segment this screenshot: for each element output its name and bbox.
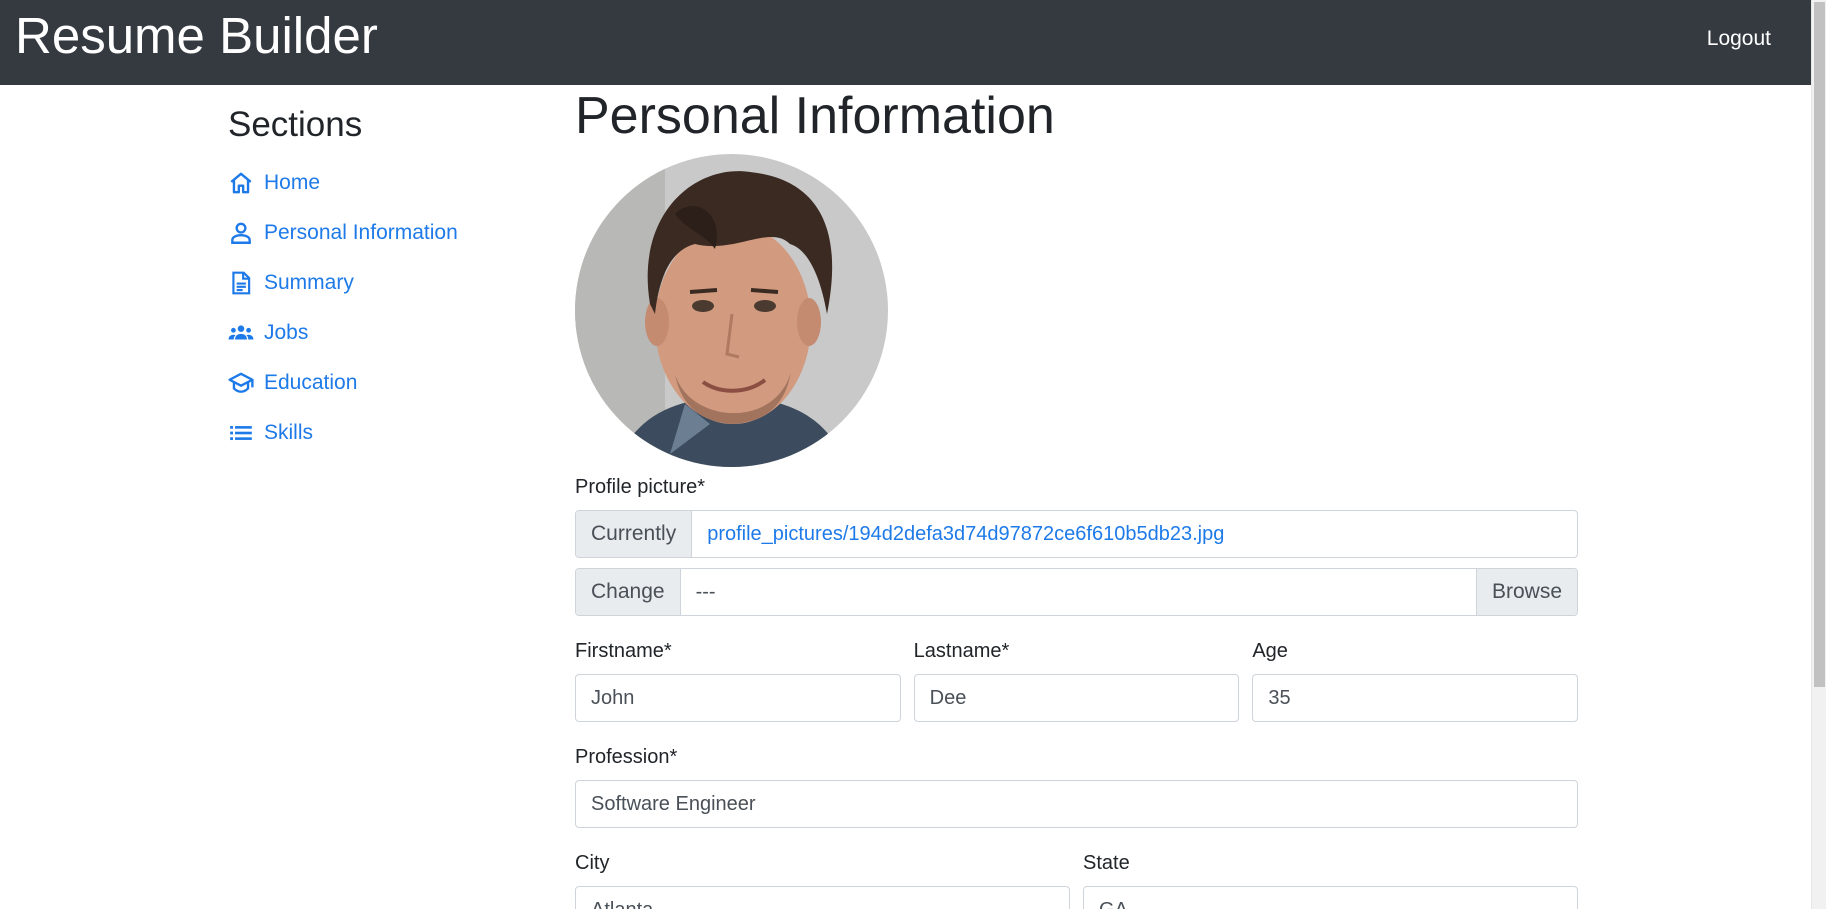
lastname-label: Lastname*: [913, 640, 1010, 662]
document-icon: [228, 270, 254, 296]
sidebar-item-personal-information[interactable]: Personal Information: [228, 208, 558, 258]
sidebar-item-label: Summary: [264, 271, 354, 294]
firstname-field[interactable]: John: [575, 674, 901, 722]
city-label: City: [575, 852, 610, 874]
sidebar-item-education[interactable]: Education: [228, 358, 558, 408]
page-scrollbar[interactable]: [1811, 0, 1826, 909]
sidebar-item-label: Skills: [264, 421, 314, 444]
profession-field[interactable]: Software Engineer: [575, 780, 1578, 828]
currently-addon: Currently: [576, 511, 693, 557]
current-picture-group: Currently profile_pictures/194d2defa3d74…: [575, 510, 1578, 558]
top-navbar: Resume Builder Logout: [0, 0, 1811, 85]
group-icon: [228, 320, 254, 346]
profile-avatar: [575, 154, 888, 467]
sidebar-item-label: Personal Information: [264, 221, 458, 244]
sidebar-item-label: Education: [264, 371, 358, 394]
personal-info-form: Personal Information Profile picture* Cu…: [575, 84, 1579, 909]
person-icon: [228, 220, 254, 246]
state-label: State: [1083, 852, 1130, 874]
state-field[interactable]: GA: [1083, 886, 1578, 909]
current-picture-link[interactable]: profile_pictures/194d2defa3d74d97872ce6f…: [692, 511, 1577, 557]
sidebar-item-label: Jobs: [264, 321, 309, 344]
profession-label: Profession*: [575, 746, 678, 768]
lastname-field[interactable]: Dee: [913, 674, 1240, 722]
sidebar-item-skills[interactable]: Skills: [228, 408, 558, 458]
sidebar-item-summary[interactable]: Summary: [228, 258, 558, 308]
graduation-cap-icon: [228, 370, 254, 396]
change-picture-group[interactable]: Change --- Browse: [575, 568, 1578, 616]
profile-picture-label: Profile picture*: [575, 476, 706, 498]
browse-button[interactable]: Browse: [1475, 569, 1577, 615]
sidebar-item-home[interactable]: Home: [228, 158, 558, 208]
sidebar-item-jobs[interactable]: Jobs: [228, 308, 558, 358]
city-field[interactable]: Atlanta: [575, 886, 1070, 909]
sidebar-title: Sections: [228, 105, 363, 144]
home-icon: [228, 170, 254, 196]
list-icon: [228, 420, 254, 446]
scrollbar-thumb[interactable]: [1814, 2, 1825, 687]
firstname-label: Firstname*: [575, 640, 672, 662]
sidebar-item-label: Home: [264, 171, 321, 194]
age-label: Age: [1252, 640, 1288, 662]
logout-link[interactable]: Logout: [1707, 27, 1771, 51]
age-field[interactable]: 35: [1252, 674, 1579, 722]
change-addon: Change: [576, 569, 681, 615]
brand-title[interactable]: Resume Builder: [15, 6, 378, 66]
file-input[interactable]: ---: [681, 569, 1476, 615]
page-title: Personal Information: [575, 87, 1055, 145]
sections-sidebar: Sections Home Personal Information Summa…: [228, 102, 558, 458]
